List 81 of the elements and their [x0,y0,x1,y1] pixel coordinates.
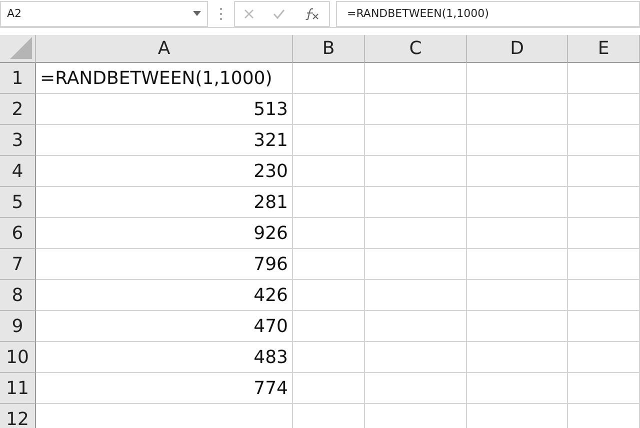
table-cell[interactable] [568,63,640,94]
table-cell[interactable] [293,373,365,404]
table-cell[interactable]: 470 [36,311,293,342]
row-header[interactable]: 2 [0,94,36,125]
table-cell[interactable] [568,94,640,125]
table-cell[interactable] [467,311,568,342]
dropdown-arrow-icon[interactable] [193,11,201,16]
row-header[interactable]: 10 [0,342,36,373]
row-header[interactable]: 4 [0,156,36,187]
table-cell[interactable] [568,373,640,404]
table-cell[interactable] [365,156,467,187]
table-cell[interactable] [568,342,640,373]
cancel-icon[interactable] [244,8,254,18]
table-cell[interactable] [568,156,640,187]
table-cell[interactable] [365,218,467,249]
table-cell[interactable] [467,218,568,249]
function-icon[interactable] [304,8,320,20]
table-cell[interactable] [293,342,365,373]
table-cell[interactable] [467,156,568,187]
row-header[interactable]: 11 [0,373,36,404]
row-header[interactable]: 8 [0,280,36,311]
table-cell[interactable]: 281 [36,187,293,218]
table-cell[interactable] [293,63,365,94]
row-header[interactable]: 3 [0,125,36,156]
row-header[interactable]: 9 [0,311,36,342]
table-cell[interactable] [293,156,365,187]
table-cell[interactable] [467,125,568,156]
table-cell[interactable]: 321 [36,125,293,156]
table-cell[interactable] [293,218,365,249]
table-cell[interactable] [365,125,467,156]
row-header[interactable]: 1 [0,63,36,94]
table-cell[interactable] [365,373,467,404]
table-cell[interactable] [467,187,568,218]
column-header[interactable]: C [365,35,467,63]
table-cell[interactable] [293,187,365,218]
row-header[interactable]: 7 [0,249,36,280]
name-box[interactable]: A2 [0,0,208,26]
table-cell[interactable] [467,342,568,373]
column-header[interactable]: A [36,35,293,63]
table-cell[interactable]: 513 [36,94,293,125]
table-cell[interactable]: 796 [36,249,293,280]
table-cell[interactable]: 230 [36,156,293,187]
table-cell[interactable] [568,187,640,218]
table-cell[interactable] [365,342,467,373]
table-cell[interactable] [467,63,568,94]
table-cell[interactable] [293,249,365,280]
column-header[interactable]: D [467,35,568,63]
row-header[interactable]: 5 [0,187,36,218]
table-cell[interactable]: =RANDBETWEEN(1,1000) [36,63,293,94]
table-cell[interactable]: 426 [36,280,293,311]
select-all-icon[interactable] [10,37,32,59]
table-cell[interactable] [293,311,365,342]
table-cell[interactable] [467,94,568,125]
table-cell[interactable] [365,311,467,342]
column-header[interactable]: E [568,35,640,63]
row-header[interactable]: 12 [0,404,36,428]
table-cell[interactable] [293,125,365,156]
check-icon[interactable] [272,8,285,18]
table-cell[interactable] [365,280,467,311]
table-cell[interactable] [467,280,568,311]
column-header[interactable]: B [293,35,365,63]
table-cell[interactable] [365,63,467,94]
table-cell[interactable] [293,94,365,125]
table-cell[interactable] [568,249,640,280]
table-cell[interactable] [365,187,467,218]
table-cell[interactable] [568,280,640,311]
table-cell[interactable] [467,249,568,280]
table-cell[interactable] [568,311,640,342]
table-cell[interactable] [467,373,568,404]
table-cell[interactable] [568,125,640,156]
table-cell[interactable]: 774 [36,373,293,404]
table-cell[interactable] [365,94,467,125]
formula-bar[interactable]: =RANDBETWEEN(1,1000) [336,0,640,26]
table-cell[interactable] [293,280,365,311]
table-cell[interactable] [365,249,467,280]
table-cell[interactable]: 926 [36,218,293,249]
table-cell[interactable] [568,218,640,249]
row-header[interactable]: 6 [0,218,36,249]
cell-reference: A2 [7,7,22,20]
table-cell[interactable]: 483 [36,342,293,373]
drag-handle-icon[interactable] [220,8,222,20]
